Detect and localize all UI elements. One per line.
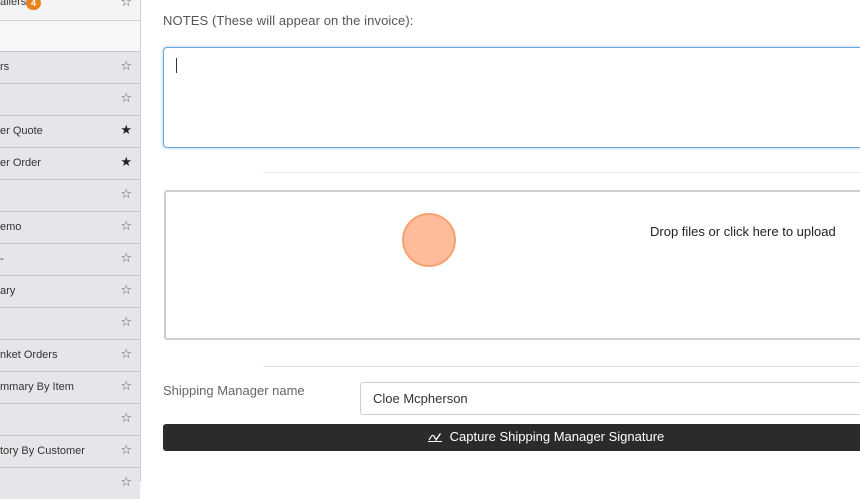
star-icon[interactable]: ☆ [120,443,132,457]
capture-signature-button[interactable]: Capture Shipping Manager Signature [163,424,860,451]
star-icon[interactable]: ☆ [120,0,132,10]
sidebar-item[interactable]: ☆ [0,83,140,115]
star-icon[interactable]: ☆ [120,475,132,489]
sidebar-item[interactable]: ☆ [0,467,140,499]
star-icon[interactable]: ☆ [120,379,132,393]
signature-pen-icon [428,429,446,444]
star-icon[interactable]: ☆ [120,91,132,105]
sidebar-item[interactable]: - ☆ [0,243,140,275]
sidebar-item-label: rs [0,61,10,73]
star-filled-icon[interactable]: ★ [120,155,132,169]
sidebar-item[interactable]: rs ☆ [0,51,140,83]
sidebar-item-label: ary [0,285,16,297]
sidebar-item-label: nket Orders [0,349,58,361]
sidebar-item[interactable]: er Quote ★ [0,115,140,147]
sidebar-item-top[interactable]: ailers 4 ☆ [0,0,140,21]
sidebar-item[interactable]: tory By Customer ☆ [0,435,140,467]
sidebar-item[interactable]: ☆ [0,403,140,435]
sidebar-spacer [0,21,140,51]
star-icon[interactable]: ☆ [120,283,132,297]
star-icon[interactable]: ☆ [120,411,132,425]
star-filled-icon[interactable]: ★ [120,123,132,137]
sidebar-item[interactable]: ☆ [0,179,140,211]
shipping-manager-input[interactable] [360,382,860,415]
star-icon[interactable]: ☆ [120,59,132,73]
star-icon[interactable]: ☆ [120,187,132,201]
sidebar-item-label: er Order [0,157,41,169]
sidebar-item[interactable]: emo ☆ [0,211,140,243]
star-icon[interactable]: ☆ [120,219,132,233]
text-caret [176,58,177,73]
dropzone-text: Drop files or click here to upload [650,224,836,239]
sidebar-item[interactable]: er Order ★ [0,147,140,179]
sidebar: ailers 4 ☆ rs ☆ ☆ er Quote ★ er Order ★ ☆ emo ☆ - ☆… [0,0,141,499]
notes-textarea[interactable] [163,47,860,148]
sidebar-item-label: er Quote [0,125,43,137]
capture-signature-label: Capture Shipping Manager Signature [449,429,665,444]
notes-label: NOTES (These will appear on the invoice)… [163,13,414,28]
sidebar-item-label: ailers [0,0,27,8]
sidebar-item[interactable]: nket Orders ☆ [0,339,140,371]
cursor-highlight-icon [402,213,456,267]
sidebar-list: rs ☆ ☆ er Quote ★ er Order ★ ☆ emo ☆ - ☆ ary ☆ ☆ nket O… [0,51,140,499]
sidebar-item-label: emo [0,221,22,233]
sidebar-item-label: tory By Customer [0,445,85,457]
divider [263,172,860,173]
star-icon[interactable]: ☆ [120,315,132,329]
sidebar-item-label: - [0,253,4,265]
sidebar-item[interactable]: ary ☆ [0,275,140,307]
divider [263,366,860,367]
sidebar-item-label: mmary By Item [0,381,74,393]
sidebar-item[interactable]: ☆ [0,307,140,339]
shipping-manager-label: Shipping Manager name [163,383,305,398]
star-icon[interactable]: ☆ [120,347,132,361]
count-badge: 4 [26,0,41,10]
sidebar-item[interactable]: mmary By Item ☆ [0,371,140,403]
star-icon[interactable]: ☆ [120,251,132,265]
file-dropzone[interactable]: Drop files or click here to upload [164,190,860,340]
